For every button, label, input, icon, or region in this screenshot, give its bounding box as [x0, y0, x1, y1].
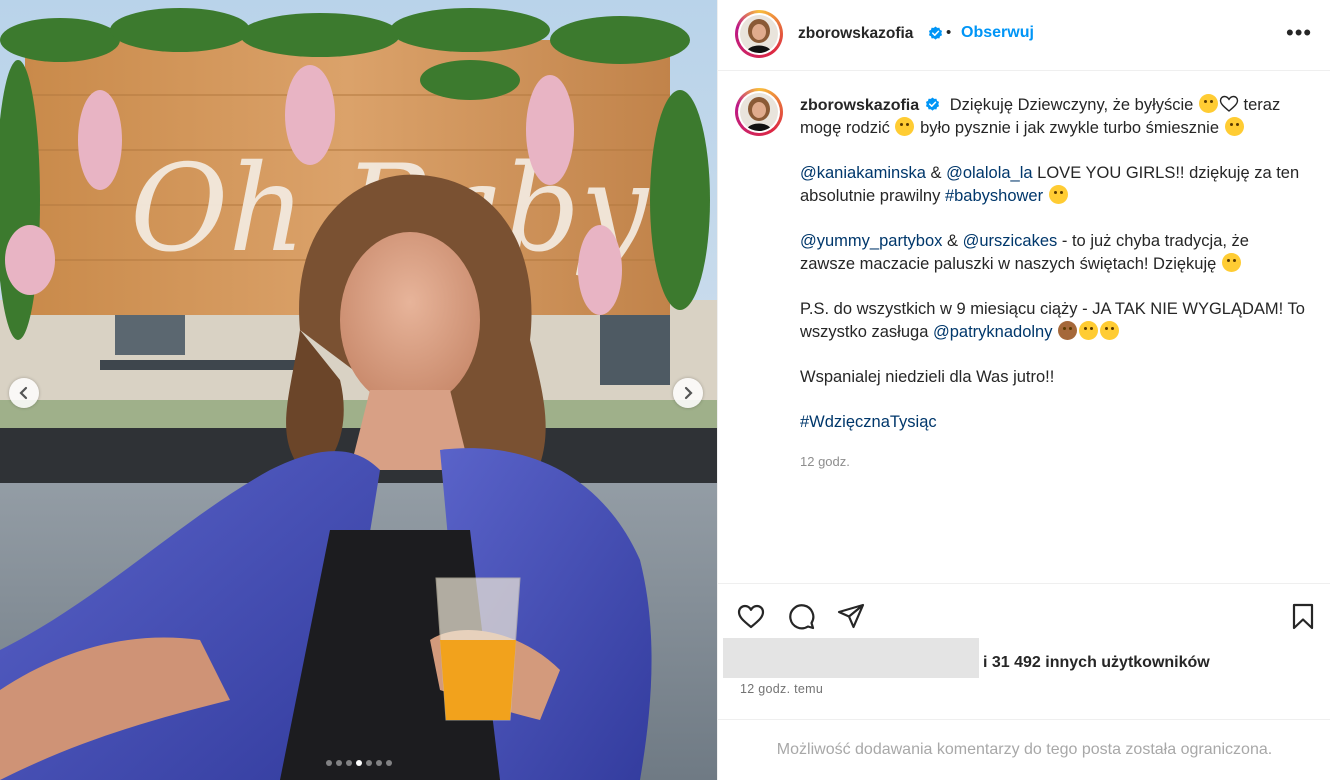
username[interactable]: zborowskazofia: [798, 25, 913, 43]
mention-link[interactable]: @yummy_partybox: [800, 232, 942, 250]
caption-line: Wspanialej niedzieli dla Was jutro!!: [800, 368, 1055, 386]
caption-line: P.S. do wszystkich w 9 miesiącu ciąży - …: [800, 300, 1305, 341]
laughing-crying-emoji-icon: [895, 117, 915, 136]
post-photo: Oh Baby: [0, 0, 717, 780]
verified-badge-icon: [926, 97, 940, 111]
liked-by-redacted: [723, 638, 979, 678]
save-bookmark-icon[interactable]: [1288, 601, 1318, 631]
slide-indicator: [0, 760, 717, 766]
mention-link[interactable]: @kaniakaminska: [800, 164, 926, 182]
previous-slide-button[interactable]: [9, 378, 39, 408]
comments-restricted-notice: Możliwość dodawania komentarzy do tego p…: [718, 719, 1330, 780]
caption-line: Dziękuję Dziewczyny, że byłyście: [949, 96, 1194, 114]
post-media[interactable]: Oh Baby: [0, 0, 717, 780]
grinning-emoji-icon: [1224, 117, 1244, 136]
verified-badge-icon: [928, 26, 943, 40]
slide-dot: [385, 760, 392, 766]
action-bar: i 31 492 innych użytkowników 12 godz. te…: [718, 583, 1330, 719]
avatar-image: [740, 15, 778, 53]
relieved-face-emoji-icon: [1198, 94, 1218, 113]
hashtag-link[interactable]: #WdzięcznaTysiąc: [800, 413, 937, 431]
slide-dot: [365, 760, 372, 766]
avatar-image: [740, 93, 778, 131]
comment-icon[interactable]: [786, 601, 816, 631]
caption-text: zborowskazofia Dziękuję Dziewczyny, że b…: [800, 94, 1305, 473]
pleading-face-emoji-icon: [1048, 185, 1068, 204]
slide-dot-active: [355, 760, 362, 766]
mention-link[interactable]: @patryknadolny: [933, 323, 1052, 341]
zany-face-emoji-icon: [1100, 321, 1120, 340]
caption-avatar[interactable]: [735, 88, 783, 136]
caption-section: zborowskazofia Dziękuję Dziewczyny, że b…: [718, 72, 1330, 582]
post-sidebar: zborowskazofia • Obserwuj ••• zborowskaz…: [717, 0, 1330, 780]
follow-button[interactable]: Obserwuj: [961, 24, 1034, 42]
slide-dot: [375, 760, 382, 766]
hashtag-link[interactable]: #babyshower: [945, 187, 1043, 205]
mention-link[interactable]: @urszicakes: [963, 232, 1058, 250]
slide-dot: [345, 760, 352, 766]
slide-dot: [325, 760, 332, 766]
avatar[interactable]: [735, 10, 783, 58]
share-send-icon[interactable]: [836, 601, 866, 631]
like-heart-icon[interactable]: [736, 601, 766, 631]
caption-time[interactable]: 12 godz.: [800, 450, 1305, 473]
white-heart-emoji-icon: [1219, 95, 1239, 112]
likes-count[interactable]: i 31 492 innych użytkowników: [983, 654, 1210, 672]
header-separator: •: [946, 24, 952, 41]
caption-ampersand: &: [946, 232, 958, 250]
comments-restricted-text: Możliwość dodawania komentarzy do tego p…: [776, 741, 1273, 758]
chevron-right-icon: [684, 386, 693, 400]
post-header: zborowskazofia • Obserwuj •••: [718, 0, 1330, 71]
mention-link[interactable]: @olalola_la: [946, 164, 1032, 182]
more-options-button[interactable]: •••: [1286, 18, 1312, 48]
laughing-crying-emoji-icon: [1079, 321, 1099, 340]
caption-line: było pysznie i jak zwykle turbo śmieszni…: [920, 119, 1220, 137]
chevron-left-icon: [19, 386, 28, 400]
caption-username[interactable]: zborowskazofia: [800, 97, 919, 114]
see-no-evil-monkey-emoji-icon: [1058, 321, 1078, 340]
next-slide-button[interactable]: [673, 378, 703, 408]
kissing-face-emoji-icon: [1221, 253, 1241, 272]
caption-ampersand: &: [930, 164, 942, 182]
post-timestamp[interactable]: 12 godz. temu: [740, 682, 823, 696]
slide-dot: [335, 760, 342, 766]
